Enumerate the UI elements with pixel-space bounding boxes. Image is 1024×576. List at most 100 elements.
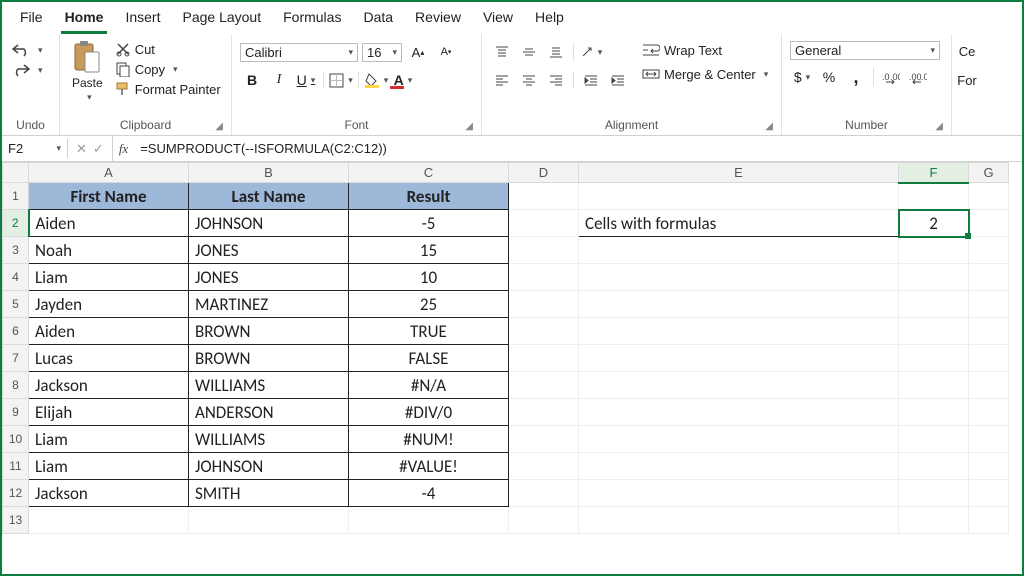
cell-C13[interactable] xyxy=(349,507,509,534)
fill-color-button[interactable]: ▾ xyxy=(364,69,388,91)
row-header-13[interactable]: 13 xyxy=(3,507,29,534)
cell-D2[interactable] xyxy=(509,210,579,237)
cell-A1[interactable]: First Name xyxy=(29,183,189,210)
row-header-9[interactable]: 9 xyxy=(3,399,29,426)
cell-F10[interactable] xyxy=(899,426,969,453)
cell-G8[interactable] xyxy=(969,372,1009,399)
align-bottom-button[interactable] xyxy=(544,41,568,63)
cell-A2[interactable]: Aiden xyxy=(29,210,189,237)
cell-C9[interactable]: #DIV/0 xyxy=(349,399,509,426)
cell-G7[interactable] xyxy=(969,345,1009,372)
cell-E5[interactable] xyxy=(579,291,899,318)
cell-C4[interactable]: 10 xyxy=(349,264,509,291)
cell-A10[interactable]: Liam xyxy=(29,426,189,453)
row-header-1[interactable]: 1 xyxy=(3,183,29,210)
menu-formulas[interactable]: Formulas xyxy=(279,7,345,34)
fx-icon[interactable]: fx xyxy=(113,141,134,157)
cell-G9[interactable] xyxy=(969,399,1009,426)
cell-B5[interactable]: MARTINEZ xyxy=(189,291,349,318)
cell-C10[interactable]: #NUM! xyxy=(349,426,509,453)
cell-E4[interactable] xyxy=(579,264,899,291)
font-name-select[interactable]: Calibri▾ xyxy=(240,43,358,62)
cell-B8[interactable]: WILLIAMS xyxy=(189,372,349,399)
cell-D11[interactable] xyxy=(509,453,579,480)
cell-D7[interactable] xyxy=(509,345,579,372)
accept-formula-icon[interactable]: ✓ xyxy=(93,141,104,157)
cell-D8[interactable] xyxy=(509,372,579,399)
row-header-8[interactable]: 8 xyxy=(3,372,29,399)
cell-G6[interactable] xyxy=(969,318,1009,345)
cell-C1[interactable]: Result xyxy=(349,183,509,210)
percent-format-button[interactable]: % xyxy=(817,66,841,88)
accounting-format-button[interactable]: $▾ xyxy=(790,66,814,88)
increase-indent-button[interactable] xyxy=(606,69,630,91)
cell-A13[interactable] xyxy=(29,507,189,534)
cell-D3[interactable] xyxy=(509,237,579,264)
align-right-button[interactable] xyxy=(544,69,568,91)
decrease-font-button[interactable]: A▾ xyxy=(434,41,458,63)
row-header-10[interactable]: 10 xyxy=(3,426,29,453)
cell-B6[interactable]: BROWN xyxy=(189,318,349,345)
row-header-4[interactable]: 4 xyxy=(3,264,29,291)
align-middle-button[interactable] xyxy=(517,41,541,63)
cell-G10[interactable] xyxy=(969,426,1009,453)
cell-D12[interactable] xyxy=(509,480,579,507)
cell-C12[interactable]: -4 xyxy=(349,480,509,507)
col-header-A[interactable]: A xyxy=(29,163,189,183)
wrap-text-button[interactable]: Wrap Text xyxy=(640,41,770,59)
cell-B1[interactable]: Last Name xyxy=(189,183,349,210)
cell-C3[interactable]: 15 xyxy=(349,237,509,264)
name-box[interactable]: F2▾ xyxy=(2,139,68,158)
cell-G13[interactable] xyxy=(969,507,1009,534)
cell-D9[interactable] xyxy=(509,399,579,426)
align-left-button[interactable] xyxy=(490,69,514,91)
cell-D1[interactable] xyxy=(509,183,579,210)
number-dialog-launcher[interactable]: ◢ xyxy=(935,121,943,132)
borders-button[interactable]: ▾ xyxy=(329,69,353,91)
font-dialog-launcher[interactable]: ◢ xyxy=(465,121,473,132)
cell-B13[interactable] xyxy=(189,507,349,534)
cell-E9[interactable] xyxy=(579,399,899,426)
format-table-partial[interactable]: For xyxy=(957,73,977,88)
cell-D6[interactable] xyxy=(509,318,579,345)
undo-button[interactable]: ▾ xyxy=(10,42,45,58)
number-format-select[interactable]: General▾ xyxy=(790,41,940,60)
cell-A11[interactable]: Liam xyxy=(29,453,189,480)
cell-C5[interactable]: 25 xyxy=(349,291,509,318)
copy-button[interactable]: Copy▾ xyxy=(113,60,223,78)
format-painter-button[interactable]: Format Painter xyxy=(113,80,223,98)
cut-button[interactable]: Cut xyxy=(113,40,223,58)
formula-input[interactable]: =SUMPRODUCT(--ISFORMULA(C2:C12)) xyxy=(134,139,1022,158)
font-color-button[interactable]: A▾ xyxy=(391,69,415,91)
row-header-11[interactable]: 11 xyxy=(3,453,29,480)
cell-F12[interactable] xyxy=(899,480,969,507)
cell-G1[interactable] xyxy=(969,183,1009,210)
menu-view[interactable]: View xyxy=(479,7,517,34)
paste-button[interactable]: Paste▾ xyxy=(68,38,107,105)
cell-E2[interactable]: Cells with formulas xyxy=(579,210,899,237)
underline-button[interactable]: U▾ xyxy=(294,69,318,91)
cell-B9[interactable]: ANDERSON xyxy=(189,399,349,426)
cell-B2[interactable]: JOHNSON xyxy=(189,210,349,237)
increase-decimal-button[interactable]: .0.00 xyxy=(879,66,903,88)
menu-review[interactable]: Review xyxy=(411,7,465,34)
comma-format-button[interactable]: , xyxy=(844,66,868,88)
italic-button[interactable]: I xyxy=(267,69,291,91)
cell-D5[interactable] xyxy=(509,291,579,318)
menu-page-layout[interactable]: Page Layout xyxy=(178,7,265,34)
cell-E12[interactable] xyxy=(579,480,899,507)
cell-A12[interactable]: Jackson xyxy=(29,480,189,507)
cell-G3[interactable] xyxy=(969,237,1009,264)
row-header-12[interactable]: 12 xyxy=(3,480,29,507)
cancel-formula-icon[interactable]: ✕ xyxy=(76,141,87,157)
cell-B10[interactable]: WILLIAMS xyxy=(189,426,349,453)
menu-insert[interactable]: Insert xyxy=(121,7,164,34)
cell-A4[interactable]: Liam xyxy=(29,264,189,291)
cell-F2[interactable]: 2 xyxy=(899,210,969,237)
cell-G11[interactable] xyxy=(969,453,1009,480)
cell-G4[interactable] xyxy=(969,264,1009,291)
cell-A8[interactable]: Jackson xyxy=(29,372,189,399)
cell-E7[interactable] xyxy=(579,345,899,372)
cell-A7[interactable]: Lucas xyxy=(29,345,189,372)
font-size-select[interactable]: 16▾ xyxy=(362,43,402,62)
